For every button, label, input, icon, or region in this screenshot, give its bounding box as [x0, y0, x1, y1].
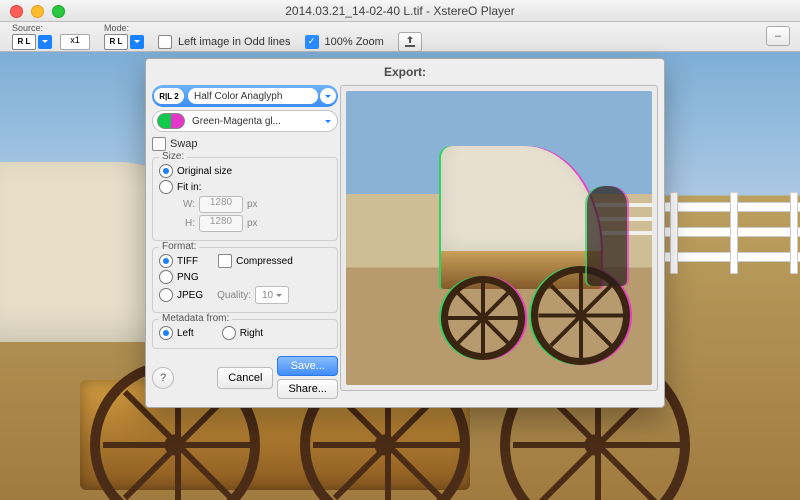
fullscreen-toggle-button[interactable]: – [766, 26, 790, 46]
toolbar: Source: R L x1 Mode: R L Left image in O… [0, 22, 800, 52]
share-button[interactable] [398, 32, 422, 52]
metadata-left-radio[interactable] [159, 326, 173, 340]
mode-label: Mode: [104, 24, 129, 33]
window-title: 2014.03.21_14-02-40 L.tif - XstereO Play… [0, 4, 800, 18]
format-png-radio[interactable] [159, 270, 173, 284]
export-glasses-select[interactable]: Green-Magenta gl... [152, 110, 338, 132]
metadata-legend: Metadata from: [159, 313, 232, 324]
glasses-swatch-icon [157, 113, 185, 129]
odd-lines-checkbox[interactable] [158, 35, 172, 49]
format-legend: Format: [159, 241, 199, 252]
source-eye-order-indicator: R L [12, 34, 36, 50]
export-preview-panel [340, 85, 658, 391]
compressed-checkbox[interactable] [218, 254, 232, 268]
zoom-factor-field[interactable]: x1 [60, 34, 90, 50]
export-mode-prefix-icon: R|L 2 [154, 88, 184, 104]
export-settings-panel: R|L 2 Half Color Anaglyph Green-Magenta … [152, 85, 338, 399]
height-field[interactable]: 1280 [199, 215, 243, 232]
export-dialog: Export: R|L 2 Half Color Anaglyph Green-… [145, 58, 665, 408]
swap-checkbox[interactable] [152, 137, 166, 151]
titlebar: 2014.03.21_14-02-40 L.tif - XstereO Play… [0, 0, 800, 22]
help-button[interactable]: ? [152, 367, 174, 389]
format-tiff-label: TIFF [177, 256, 198, 267]
swap-label: Swap [170, 138, 198, 150]
metadata-group: Metadata from: Left Right [152, 319, 338, 349]
quality-value: 10 [262, 290, 273, 301]
size-original-radio[interactable] [159, 164, 173, 178]
metadata-left-label: Left [177, 328, 194, 339]
export-mode-value: Half Color Anaglyph [188, 88, 318, 104]
zoom-100-checkbox[interactable] [305, 35, 319, 49]
format-group: Format: TIFF Compressed PNG JPEG Qualit [152, 247, 338, 313]
export-title: Export: [146, 59, 664, 85]
size-fitin-label: Fit in: [177, 182, 201, 193]
mode-select[interactable] [130, 35, 144, 49]
size-fitin-radio[interactable] [159, 180, 173, 194]
metadata-right-label: Right [240, 328, 263, 339]
zoom-100-label: 100% Zoom [325, 36, 384, 48]
odd-lines-label: Left image in Odd lines [178, 36, 291, 48]
compressed-label: Compressed [236, 256, 293, 267]
height-label: H: [177, 218, 195, 229]
quality-select[interactable]: 10 [255, 286, 289, 304]
format-tiff-radio[interactable] [159, 254, 173, 268]
share-icon [404, 36, 416, 48]
quality-label: Quality: [217, 290, 251, 301]
metadata-right-radio[interactable] [222, 326, 236, 340]
px-suffix: px [247, 199, 258, 210]
share-export-button[interactable]: Share... [277, 379, 338, 399]
size-original-label: Original size [177, 166, 232, 177]
width-label: W: [177, 199, 195, 210]
export-preview-image [346, 91, 652, 385]
export-mode-select[interactable]: R|L 2 Half Color Anaglyph [152, 85, 338, 107]
save-button[interactable]: Save... [277, 356, 338, 376]
format-jpeg-label: JPEG [177, 290, 203, 301]
cancel-button[interactable]: Cancel [217, 367, 273, 389]
chevron-down-icon [321, 114, 335, 128]
format-png-label: PNG [177, 272, 199, 283]
source-select[interactable] [38, 35, 52, 49]
source-label: Source: [12, 24, 43, 33]
chevron-down-icon [320, 88, 336, 104]
width-field[interactable]: 1280 [199, 196, 243, 213]
mode-eye-order-indicator: R L [104, 34, 128, 50]
px-suffix: px [247, 218, 258, 229]
size-legend: Size: [159, 151, 187, 162]
size-group: Size: Original size Fit in: W: 1280 px H… [152, 157, 338, 241]
export-glasses-value: Green-Magenta gl... [187, 116, 319, 127]
format-jpeg-radio[interactable] [159, 288, 173, 302]
